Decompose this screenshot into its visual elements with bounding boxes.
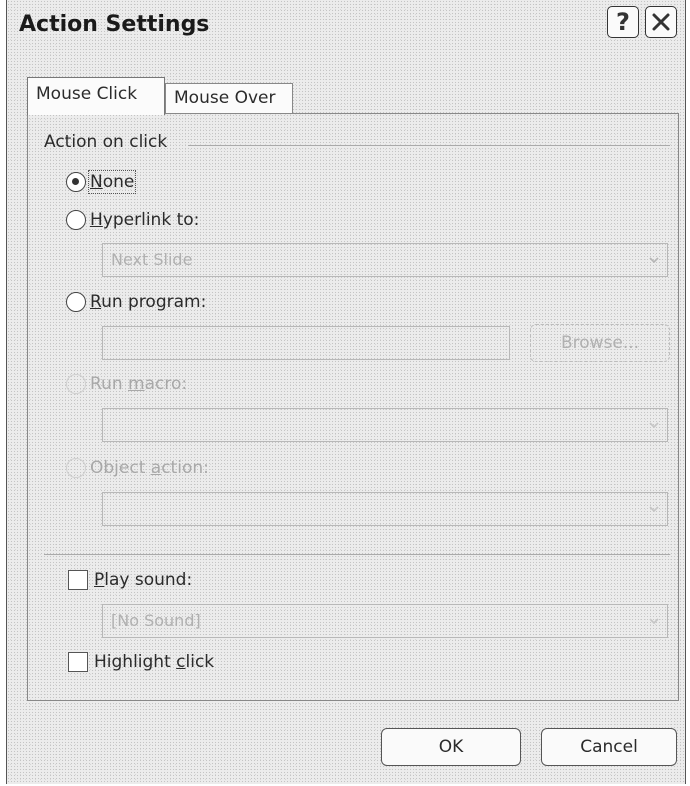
none-label: None — [87, 170, 137, 194]
section-divider — [44, 554, 670, 555]
option-hyperlink[interactable]: Hyperlink to: — [66, 210, 199, 230]
close-button[interactable] — [645, 6, 677, 38]
play-sound-checkbox-row[interactable]: Play sound: — [68, 570, 192, 590]
hyperlink-radio[interactable] — [66, 210, 86, 230]
object-action-dropdown[interactable] — [102, 492, 668, 526]
ok-button[interactable]: OK — [381, 728, 521, 766]
hyperlink-label: Hyperlink to: — [90, 210, 200, 230]
option-none[interactable]: None — [66, 170, 137, 194]
sound-dropdown[interactable]: [No Sound] — [102, 604, 668, 638]
object-action-label: Object action: — [90, 458, 209, 478]
option-run-program[interactable]: Run program: — [66, 292, 206, 312]
action-settings-dialog: Action Settings ? Mouse Click Mouse Over… — [6, 0, 686, 784]
option-object-action[interactable]: Object action: — [66, 458, 209, 478]
dialog-title: Action Settings — [19, 12, 210, 37]
chevron-down-icon — [649, 257, 659, 264]
option-run-macro[interactable]: Run macro: — [66, 374, 187, 394]
chevron-down-icon — [649, 506, 659, 513]
play-sound-label: Play sound: — [94, 570, 193, 590]
close-icon — [652, 13, 670, 31]
help-button[interactable]: ? — [607, 6, 639, 38]
tab-mouse-over[interactable]: Mouse Over — [165, 83, 293, 113]
highlight-click-checkbox[interactable] — [68, 652, 88, 672]
hyperlink-value: Next Slide — [111, 250, 193, 269]
run-program-radio[interactable] — [66, 292, 86, 312]
chevron-down-icon — [649, 422, 659, 429]
run-program-label: Run program: — [90, 292, 207, 312]
none-radio[interactable] — [66, 172, 86, 192]
play-sound-checkbox[interactable] — [68, 570, 88, 590]
cancel-button[interactable]: Cancel — [541, 728, 677, 766]
title-bar[interactable]: Action Settings ? — [7, 0, 685, 54]
group-divider — [188, 145, 670, 146]
run-macro-dropdown[interactable] — [102, 408, 668, 442]
tab-mouse-click[interactable]: Mouse Click — [27, 77, 165, 115]
hyperlink-dropdown[interactable]: Next Slide — [102, 243, 668, 277]
highlight-click-label: Highlight click — [94, 652, 215, 672]
object-action-radio[interactable] — [66, 458, 86, 478]
action-group-label: Action on click — [44, 132, 168, 152]
run-program-input[interactable] — [102, 326, 510, 360]
run-macro-label: Run macro: — [90, 374, 188, 394]
mouse-click-panel: Action on click None Hyperlink to: Next … — [27, 113, 679, 701]
browse-button[interactable]: Browse... — [530, 324, 670, 362]
chevron-down-icon — [649, 618, 659, 625]
run-macro-radio[interactable] — [66, 374, 86, 394]
highlight-click-row[interactable]: Highlight click — [68, 652, 214, 672]
sound-value: [No Sound] — [111, 611, 201, 630]
